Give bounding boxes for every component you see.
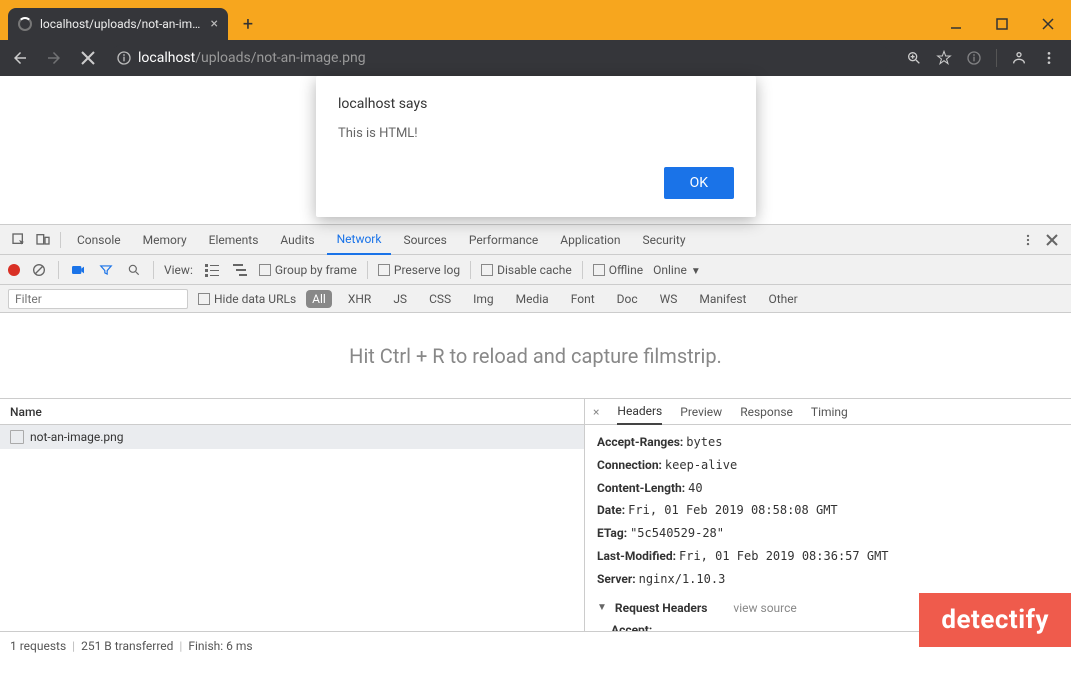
request-row[interactable]: not-an-image.png	[0, 425, 584, 449]
tab-title: localhost/uploads/not-an-image.	[40, 17, 203, 31]
hide-data-urls-checkbox[interactable]	[198, 293, 210, 305]
tab-sources[interactable]: Sources	[393, 225, 456, 255]
profile-icon[interactable]	[1011, 50, 1027, 66]
tab-memory[interactable]: Memory	[133, 225, 197, 255]
filter-xhr[interactable]: XHR	[342, 290, 377, 308]
detail-tab-timing[interactable]: Timing	[811, 405, 848, 419]
devtools-close-icon[interactable]	[1041, 229, 1063, 251]
alert-dialog: localhost says This is HTML! OK	[316, 76, 756, 217]
preserve-log-checkbox[interactable]	[378, 264, 390, 276]
filter-js[interactable]: JS	[387, 290, 413, 308]
address-bar[interactable]: localhost/uploads/not-an-image.png	[110, 44, 890, 72]
filmstrip-hint: Hit Ctrl + R to reload and capture films…	[0, 313, 1071, 399]
forward-button[interactable]	[42, 46, 66, 70]
filter-ws[interactable]: WS	[654, 290, 684, 308]
throttling-select[interactable]: Online▼	[653, 263, 701, 277]
devtools-menu-icon[interactable]	[1017, 229, 1039, 251]
filter-font[interactable]: Font	[565, 290, 601, 308]
device-icon[interactable]	[32, 229, 54, 251]
record-button[interactable]	[8, 264, 20, 276]
status-requests: 1 requests	[10, 639, 66, 653]
file-icon	[10, 430, 24, 444]
filter-icon[interactable]	[97, 261, 115, 279]
filter-other[interactable]: Other	[762, 290, 803, 308]
detectify-badge: detectify	[919, 593, 1071, 647]
detail-tab-response[interactable]: Response	[740, 405, 793, 419]
column-name[interactable]: Name	[0, 399, 584, 425]
filter-all[interactable]: All	[306, 290, 332, 308]
offline-checkbox[interactable]	[593, 264, 605, 276]
view-list-icon[interactable]	[203, 261, 221, 279]
status-transferred: 251 B transferred	[81, 639, 173, 653]
tab-application[interactable]: Application	[550, 225, 630, 255]
tab-audits[interactable]: Audits	[270, 225, 324, 255]
menu-icon[interactable]	[1041, 50, 1057, 66]
close-detail-icon[interactable]: ×	[593, 405, 599, 419]
new-tab-button[interactable]: +	[234, 10, 262, 38]
view-label: View:	[164, 263, 193, 277]
dialog-body: This is HTML!	[338, 126, 734, 141]
browser-tab[interactable]: localhost/uploads/not-an-image. ×	[8, 8, 228, 40]
tab-network[interactable]: Network	[327, 225, 392, 255]
group-by-frame-checkbox[interactable]	[259, 264, 271, 276]
filter-input[interactable]	[8, 289, 188, 309]
filter-manifest[interactable]: Manifest	[693, 290, 752, 308]
status-finish: Finish: 6 ms	[188, 639, 252, 653]
view-waterfall-icon[interactable]	[231, 261, 249, 279]
stop-reload-button[interactable]	[76, 46, 100, 70]
close-tab-icon[interactable]: ×	[211, 16, 218, 32]
minimize-button[interactable]	[933, 8, 979, 40]
tab-performance[interactable]: Performance	[459, 225, 548, 255]
ok-button[interactable]: OK	[664, 167, 734, 199]
maximize-button[interactable]	[979, 8, 1025, 40]
tab-security[interactable]: Security	[633, 225, 696, 255]
detail-tab-preview[interactable]: Preview	[680, 405, 722, 419]
disable-cache-checkbox[interactable]	[481, 264, 493, 276]
clear-icon[interactable]	[30, 261, 48, 279]
filter-media[interactable]: Media	[510, 290, 555, 308]
filter-img[interactable]: Img	[467, 290, 500, 308]
url-path: /uploads/not-an-image.png	[195, 50, 365, 66]
filter-css[interactable]: CSS	[423, 290, 457, 308]
detail-tab-headers[interactable]: Headers	[617, 399, 662, 425]
site-info-icon[interactable]	[116, 50, 132, 66]
back-button[interactable]	[8, 46, 32, 70]
inspect-icon[interactable]	[8, 229, 30, 251]
close-window-button[interactable]	[1025, 8, 1071, 40]
filter-doc[interactable]: Doc	[611, 290, 644, 308]
info-icon[interactable]	[966, 50, 982, 66]
tab-console[interactable]: Console	[67, 225, 131, 255]
search-icon[interactable]	[125, 261, 143, 279]
dialog-title: localhost says	[338, 96, 734, 112]
loading-spinner-icon	[18, 17, 32, 31]
url-host: localhost	[138, 50, 195, 66]
bookmark-icon[interactable]	[936, 50, 952, 66]
camera-icon[interactable]	[69, 261, 87, 279]
zoom-icon[interactable]	[906, 50, 922, 66]
tab-elements[interactable]: Elements	[199, 225, 269, 255]
request-name: not-an-image.png	[30, 430, 124, 444]
